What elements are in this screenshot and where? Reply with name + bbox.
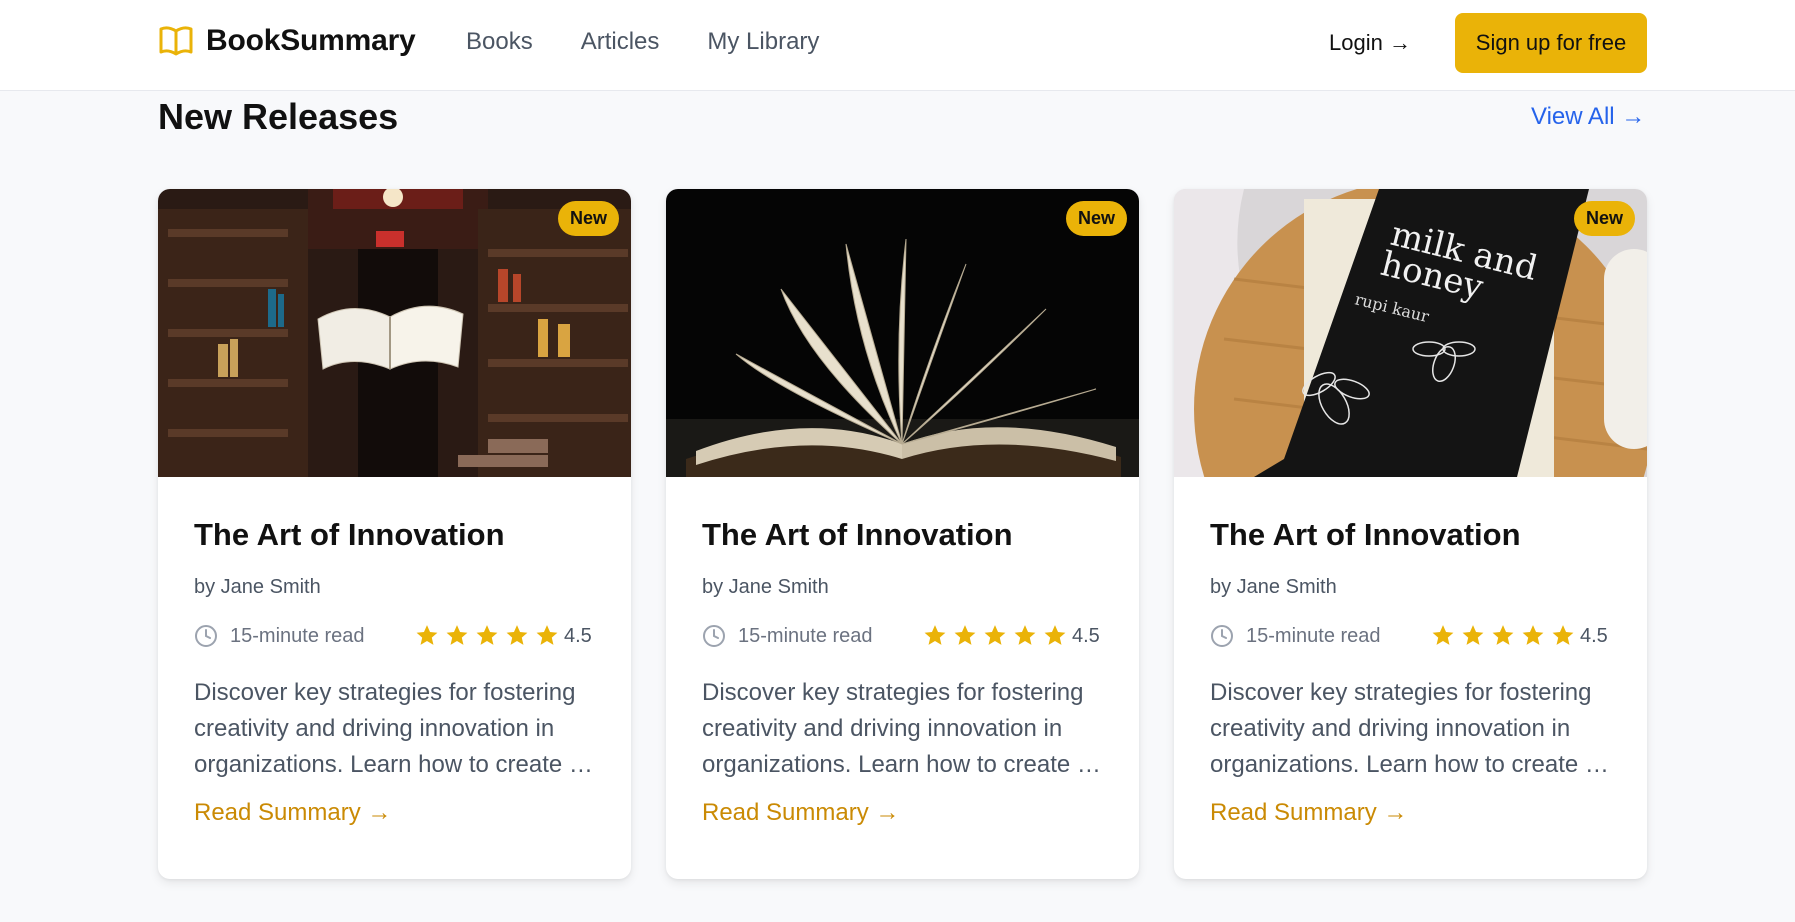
main-nav: Books Articles My Library: [466, 28, 867, 56]
book-description-text: Discover key strategies for fostering cr…: [702, 679, 1091, 778]
read-time: 15-minute read: [1246, 625, 1381, 647]
book-title[interactable]: The Art of Innovation: [1210, 517, 1521, 553]
book-title[interactable]: The Art of Innovation: [194, 517, 505, 553]
star-icon: [924, 625, 946, 645]
star-rating: [414, 623, 564, 648]
nav-my-library[interactable]: My Library: [707, 28, 819, 56]
view-all-link[interactable]: View All →: [1531, 103, 1645, 131]
book-description: Discover key strategies for fostering cr…: [194, 675, 599, 783]
book-meta: 15-minute read 4.5: [194, 621, 599, 651]
nav-books[interactable]: Books: [466, 28, 533, 56]
signup-button[interactable]: Sign up for free: [1455, 13, 1647, 73]
book-description: Discover key strategies for fostering cr…: [702, 675, 1107, 783]
section-title: New Releases: [158, 96, 399, 137]
star-icon: [1044, 625, 1066, 645]
login-link[interactable]: Login →: [1329, 30, 1411, 56]
rating-value: 4.5: [1072, 625, 1100, 647]
rating-value: 4.5: [1580, 625, 1608, 647]
read-time: 15-minute read: [230, 625, 365, 647]
clock-icon: [195, 625, 217, 647]
book-description-text: Discover key strategies for fostering cr…: [194, 679, 583, 778]
star-icon: [416, 625, 438, 645]
star-icon: [1492, 625, 1514, 645]
brand-logo[interactable]: BookSummary: [158, 24, 416, 58]
new-badge: New: [557, 201, 619, 236]
book-author: by Jane Smith: [702, 576, 829, 598]
star-rating: [1430, 623, 1580, 648]
read-summary-link[interactable]: Read Summary →: [702, 799, 899, 827]
brand-name: BookSummary: [206, 24, 416, 57]
read-summary-link[interactable]: Read Summary →: [1210, 799, 1407, 827]
new-badge: New: [1573, 201, 1635, 236]
new-badge: New: [1065, 201, 1127, 236]
star-icon: [536, 625, 558, 645]
book-card[interactable]: New The Art of Innovation by Jane Smith …: [666, 189, 1139, 879]
book-description: Discover key strategies for fostering cr…: [1210, 675, 1615, 783]
star-icon: [1522, 625, 1544, 645]
book-description-text: Discover key strategies for fostering cr…: [1210, 679, 1599, 778]
star-icon: [1552, 625, 1574, 645]
nav-articles[interactable]: Articles: [581, 28, 660, 56]
book-cover-image: milk and honey rupi kaur New: [1174, 189, 1647, 477]
book-card[interactable]: New The Art of Innovation by Jane Smith …: [158, 189, 631, 879]
star-icon: [954, 625, 976, 645]
star-icon: [476, 625, 498, 645]
read-time: 15-minute read: [738, 625, 873, 647]
top-nav-bar: BookSummary Books Articles My Library Lo…: [0, 0, 1795, 91]
book-cover-image: New: [666, 189, 1139, 477]
clock-icon: [1211, 625, 1233, 647]
book-meta: 15-minute read 4.5: [1210, 621, 1615, 651]
book-card[interactable]: milk and honey rupi kaur New The Art of …: [1174, 189, 1647, 879]
star-icon: [1014, 625, 1036, 645]
book-title[interactable]: The Art of Innovation: [702, 517, 1013, 553]
book-author: by Jane Smith: [194, 576, 321, 598]
star-icon: [506, 625, 528, 645]
rating-value: 4.5: [564, 625, 592, 647]
book-cover-image: New: [158, 189, 631, 477]
star-rating: [922, 623, 1072, 648]
book-meta: 15-minute read 4.5: [702, 621, 1107, 651]
clock-icon: [703, 625, 725, 647]
star-icon: [446, 625, 468, 645]
read-summary-link[interactable]: Read Summary →: [194, 799, 391, 827]
book-author: by Jane Smith: [1210, 576, 1337, 598]
star-icon: [1462, 625, 1484, 645]
star-icon: [984, 625, 1006, 645]
star-icon: [1432, 625, 1454, 645]
open-book-icon: [159, 26, 193, 56]
